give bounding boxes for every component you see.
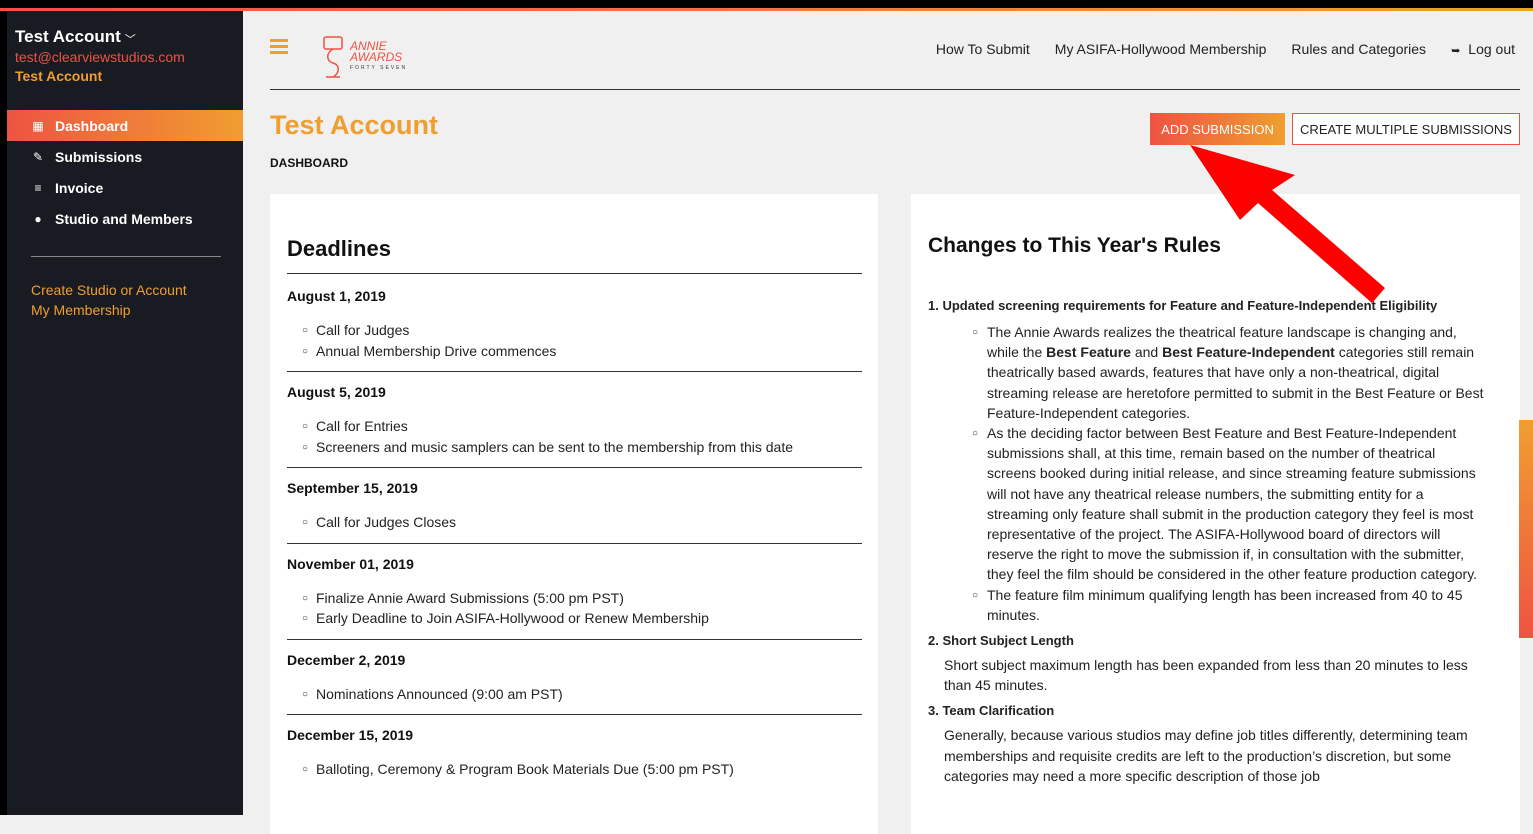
sidebar-item-label: Submissions [55, 148, 143, 165]
account-name: Test Account [15, 27, 121, 46]
page-title: Test Account [270, 110, 439, 140]
rule-changes-title: Changes to This Year's Rules [928, 234, 1221, 257]
deadlines-list: August 1, 2019 Call for Judges Annual Me… [287, 288, 862, 802]
sidebar-divider [31, 256, 221, 257]
deadline-item: Screeners and music samplers can be sent… [287, 437, 862, 458]
deadline-date: August 5, 2019 [287, 384, 386, 400]
account-email: test@clearviewstudios.com [15, 49, 185, 65]
logout-label: Log out [1468, 41, 1515, 57]
nav-rules-categories[interactable]: Rules and Categories [1291, 41, 1426, 57]
sidebar-item-label: Dashboard [55, 117, 129, 134]
deadline-item: Call for Judges Closes [287, 512, 862, 533]
deadline-item: Call for Entries [287, 416, 862, 437]
nav-logout[interactable]: ➥ Log out [1451, 41, 1515, 57]
deadline-item: Early Deadline to Join ASIFA-Hollywood o… [287, 608, 862, 629]
deadline-item: Annual Membership Drive commences [287, 341, 862, 362]
create-multiple-submissions-button[interactable]: CREATE MULTIPLE SUBMISSIONS [1292, 113, 1520, 145]
add-submission-button[interactable]: ADD SUBMISSION [1150, 113, 1285, 145]
deadlines-divider [287, 273, 862, 274]
deadline-date: December 15, 2019 [287, 727, 414, 743]
top-accent-bar [0, 0, 1533, 11]
deadline-date: November 01, 2019 [287, 555, 414, 572]
change-paragraph: Short subject maximum length has been ex… [944, 657, 1468, 694]
change-text: and [1130, 344, 1163, 361]
deadline-group: December 15, 2019 Balloting, Ceremony & … [287, 727, 862, 790]
rule-changes-card: Changes to This Year's Rules 1. Updated … [911, 194, 1520, 834]
change-heading: 2. Short Subject Length [928, 633, 1074, 649]
deadline-group: August 1, 2019 Call for Judges Annual Me… [287, 288, 862, 372]
change-subitem: The feature film minimum qualifying leng… [928, 585, 1488, 625]
logo-line-2: AWARDS [350, 49, 403, 64]
account-switcher[interactable]: Test Account ﹀ test@clearviewstudios.com… [15, 27, 185, 84]
annie-statuette-icon [323, 36, 343, 78]
grid-icon: ▦ [32, 118, 44, 133]
support-request-tab[interactable] [1519, 420, 1533, 638]
edit-icon: ✎ [32, 149, 44, 164]
sidebar-item-submissions[interactable]: ✎ Submissions [7, 141, 243, 172]
my-membership-link[interactable]: My Membership [31, 300, 187, 320]
user-icon: ● [34, 211, 42, 226]
create-studio-link[interactable]: Create Studio or Account [31, 280, 187, 300]
sidebar-item-label: Studio and Members [55, 210, 193, 227]
change-bold: Best Feature-Independent [1162, 344, 1335, 361]
sidebar-item-invoice[interactable]: ≡ Invoice [7, 172, 243, 203]
deadline-date: December 2, 2019 [287, 651, 406, 668]
breadcrumb: DASHBOARD [270, 156, 348, 170]
deadline-group: September 15, 2019 Call for Judges Close… [287, 480, 862, 544]
deadlines-card: Deadlines August 1, 2019 Call for Judges… [270, 194, 878, 834]
deadlines-title: Deadlines [287, 236, 391, 261]
deadline-date: August 1, 2019 [287, 288, 386, 304]
account-label: Test Account [15, 68, 103, 84]
logo-line-3: FORTY SEVEN [350, 64, 408, 71]
account-name-dropdown[interactable]: Test Account ﹀ [15, 27, 185, 47]
sidebar-item-label: Invoice [55, 179, 104, 196]
change-subitem: As the deciding factor between Best Feat… [928, 423, 1488, 585]
annie-awards-logo[interactable]: ANNIE AWARDS FORTY SEVEN [320, 35, 407, 79]
deadline-item: Nominations Announced (9:00 am PST) [287, 684, 862, 705]
deadline-group: August 5, 2019 Call for Entries Screener… [287, 384, 862, 468]
rule-changes-list: 1. Updated screening requirements for Fe… [928, 298, 1488, 794]
deadline-date: September 15, 2019 [287, 480, 418, 496]
deadline-group: November 01, 2019 Finalize Annie Award S… [287, 556, 862, 640]
logout-icon: ➥ [1451, 45, 1461, 57]
sidebar-nav: ▦ Dashboard ✎ Submissions ≡ Invoice ● St… [7, 110, 243, 234]
deadline-item: Balloting, Ceremony & Program Book Mater… [287, 759, 862, 780]
list-icon: ≡ [34, 180, 42, 195]
top-header: ANNIE AWARDS FORTY SEVEN How To Submit M… [270, 11, 1520, 90]
change-bold: Best Feature [1046, 344, 1131, 361]
sidebar: Test Account ﹀ test@clearviewstudios.com… [0, 11, 243, 815]
sidebar-item-dashboard[interactable]: ▦ Dashboard [7, 110, 243, 141]
logo-text: ANNIE AWARDS FORTY SEVEN [350, 40, 408, 74]
top-nav: How To Submit My ASIFA-Hollywood Members… [936, 41, 1515, 57]
chevron-down-icon: ﹀ [124, 33, 136, 46]
change-heading: 3. Team Clarification [928, 703, 1055, 719]
change-heading: 1. Updated screening requirements for Fe… [928, 298, 1438, 313]
sidebar-links: Create Studio or Account My Membership [31, 280, 187, 320]
hamburger-menu-icon[interactable] [270, 39, 288, 57]
deadline-group: December 2, 2019 Nominations Announced (… [287, 651, 862, 715]
change-subitem: The Annie Awards realizes the theatrical… [928, 322, 1488, 423]
deadline-item: Call for Judges [287, 320, 862, 341]
nav-how-to-submit[interactable]: How To Submit [936, 41, 1030, 57]
nav-membership[interactable]: My ASIFA-Hollywood Membership [1055, 41, 1267, 57]
sidebar-item-studio-members[interactable]: ● Studio and Members [7, 203, 243, 234]
deadline-item: Finalize Annie Award Submissions (5:00 p… [287, 588, 862, 609]
change-paragraph: Generally, because various studios may d… [944, 727, 1468, 784]
